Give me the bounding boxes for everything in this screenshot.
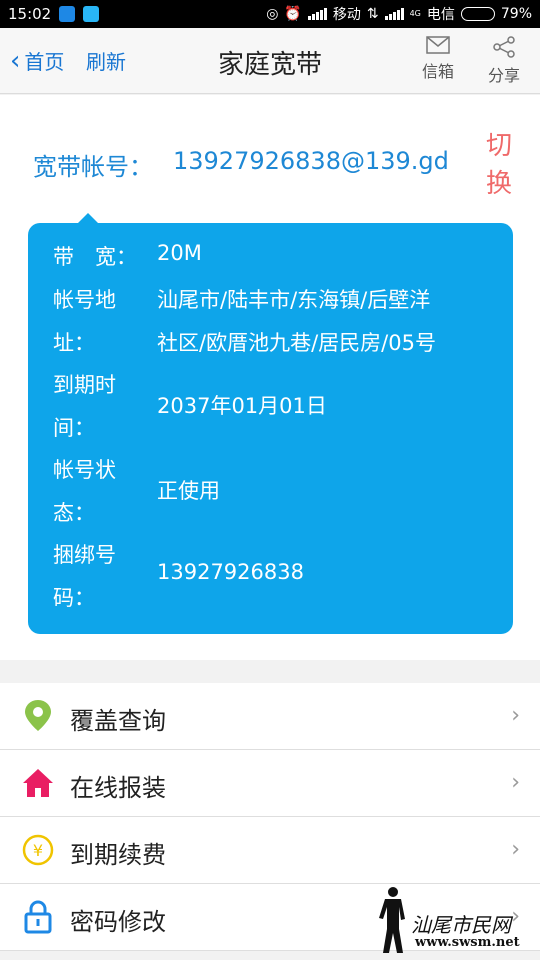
share-icon (493, 36, 515, 58)
menu-item-renewal[interactable]: ¥ 到期续费 › (0, 817, 540, 884)
card-pointer (78, 213, 98, 223)
menu-label: 密码修改 (70, 908, 166, 936)
address-value-2: 社区/欧厝池九巷/居民房/05号 (157, 331, 436, 355)
account-label: 宽带帐号： (33, 153, 153, 181)
data-arrows-icon: ⇅ (366, 6, 379, 22)
carrier-1: 移动 (332, 7, 361, 23)
chevron-right-icon: › (511, 837, 520, 862)
menu-item-online-install[interactable]: 在线报装 › (0, 750, 540, 817)
menu-label: 覆盖查询 (70, 707, 166, 735)
home-icon (23, 769, 53, 797)
bandwidth-label: 带 宽： (53, 245, 137, 269)
watermark-name: 汕尾市民网 (411, 913, 511, 937)
menu-item-coverage-query[interactable]: 覆盖查询 › (0, 683, 540, 750)
carrier-2: 电信 (426, 7, 455, 23)
status-label-1: 帐号状 (53, 458, 116, 482)
expiry-value: 2037年01月01日 (157, 394, 327, 418)
mail-icon (426, 36, 450, 54)
status-value: 正使用 (157, 479, 220, 503)
switch-label-1: 切 (485, 131, 512, 161)
status-label-2: 态： (53, 501, 95, 525)
chevron-left-icon: ‹ (10, 45, 21, 76)
mail-button[interactable]: 信箱 (422, 36, 454, 82)
account-info-card: 带 宽： 20M 帐号地 址： 汕尾市/陆丰市/东海镇/后壁洋 社区/欧厝池九巷… (28, 213, 513, 634)
binding-label-2: 码： (53, 586, 95, 610)
menu-label: 到期续费 (70, 841, 166, 869)
address-label-1: 帐号地 (53, 288, 116, 312)
switch-label-2: 换 (485, 169, 512, 199)
expiry-label-2: 间： (53, 416, 95, 440)
watermark-figure-icon (379, 887, 405, 953)
yen-coin-icon: ¥ (22, 834, 54, 866)
mail-label: 信箱 (422, 62, 455, 81)
network-type: 4G (409, 9, 421, 18)
menu-label: 在线报装 (70, 774, 166, 802)
share-label: 分享 (488, 66, 521, 85)
hotspot-icon: ◎ (266, 6, 279, 22)
account-section: 宽带帐号： 13927926838@139.gd 切 换 带 宽： 20M 帐号… (0, 95, 540, 660)
watermark-url: www.swsm.net (415, 935, 520, 950)
signal-icon-1 (307, 8, 327, 20)
watermark: 汕尾市民网 www.swsm.net (375, 885, 535, 955)
chevron-right-icon: › (511, 770, 520, 795)
status-bar: 15:02 ◎ ⏰ 移动 ⇅ 4G 电信 79% (0, 0, 540, 28)
app-notification-icon-2 (83, 6, 100, 22)
battery-icon (460, 7, 495, 21)
page-title: 家庭宽带 (217, 50, 322, 80)
lock-icon (24, 900, 52, 934)
app-notification-icon (59, 6, 76, 22)
status-time: 15:02 (8, 5, 52, 23)
battery-percent: 79% (500, 6, 532, 22)
back-button[interactable]: ‹ 首页 (10, 46, 64, 75)
binding-value: 13927926838 (157, 560, 304, 584)
signal-icon-2 (384, 8, 404, 20)
account-number: 13927926838@139.gd (173, 147, 449, 175)
nav-bar: ‹ 首页 刷新 家庭宽带 信箱 分享 (0, 28, 540, 94)
svg-text:¥: ¥ (33, 841, 43, 860)
alarm-icon: ⏰ (284, 6, 302, 22)
share-button[interactable]: 分享 (488, 36, 520, 86)
refresh-button[interactable]: 刷新 (86, 46, 126, 75)
back-label: 首页 (24, 50, 65, 74)
chevron-right-icon: › (511, 703, 520, 728)
switch-account-button[interactable]: 切 换 (484, 127, 514, 203)
binding-label-1: 捆绑号 (53, 543, 116, 567)
address-value-1: 汕尾市/陆丰市/东海镇/后壁洋 (157, 288, 431, 312)
expiry-label-1: 到期时 (53, 373, 116, 397)
location-pin-icon (25, 700, 51, 731)
address-label-2: 址： (53, 331, 95, 355)
bandwidth-value: 20M (157, 241, 202, 265)
